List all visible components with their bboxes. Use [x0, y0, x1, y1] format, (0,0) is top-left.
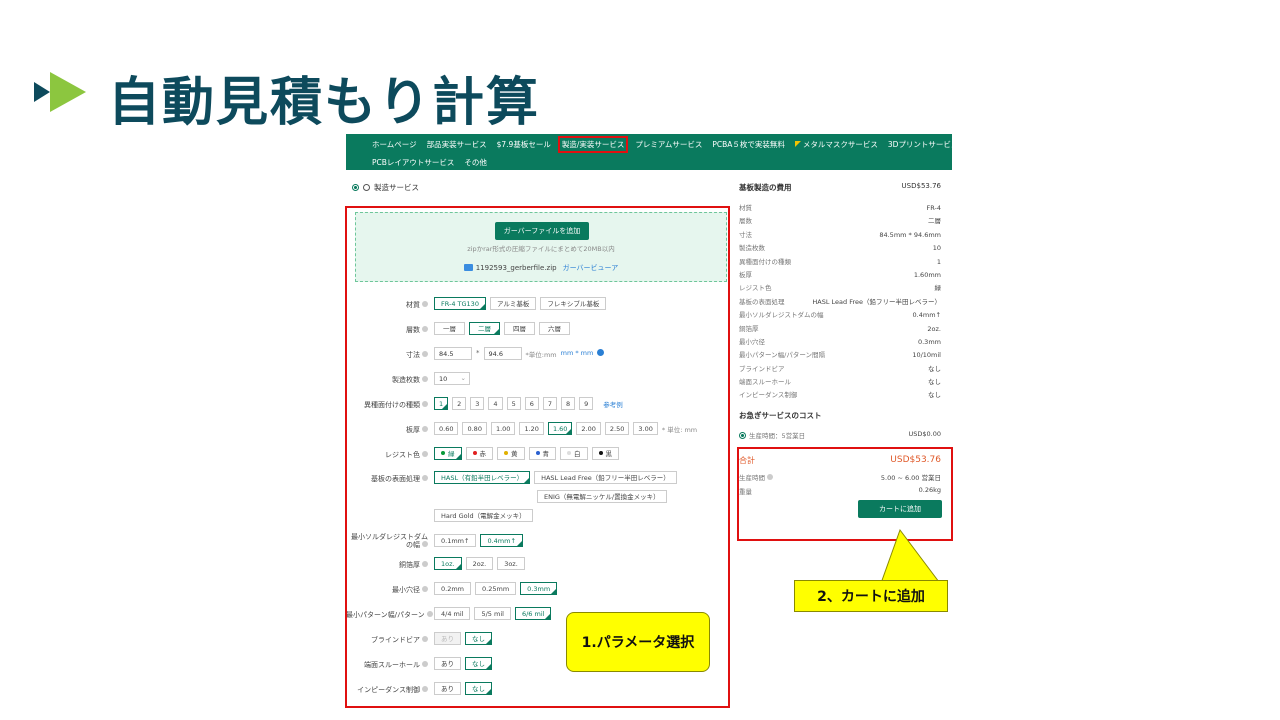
nav-other[interactable]: その他 — [464, 157, 487, 168]
summary-row-value: 84.5mm * 94.6mm — [879, 230, 941, 239]
summary-row-label: ブラインドビア — [739, 364, 785, 373]
summary-row-value: 1.60mm — [913, 270, 941, 279]
summary-row: 銅箔厚 2oz. — [739, 323, 941, 336]
summary-row-label: 端面スルーホール — [739, 378, 791, 387]
radio-selected-icon[interactable] — [739, 432, 746, 439]
summary-row-value: 0.3mm — [917, 337, 941, 346]
nav-home[interactable]: ホームページ — [372, 139, 417, 150]
summary-row-value: 10/10mil — [912, 351, 941, 360]
summary-row: 寸法 84.5mm * 94.6mm — [739, 229, 941, 242]
summary-row: インピーダンス制御 なし — [739, 389, 941, 402]
urgent-label: 生産時間：5営業日 — [749, 432, 806, 440]
summary-row-label: 寸法 — [739, 230, 752, 239]
price-summary-rows: 材質 FR-4 層数 二層寸法 84.5mm * 94.6mm 製造枚数 10 異種面付けの種… — [739, 202, 941, 403]
urgent-service-title: お急ぎサービスのコスト — [739, 411, 822, 420]
nav-row-2: PCBレイアウトサービス その他 — [372, 157, 487, 168]
summary-row-value: HASL Lead Free（鉛フリー半田レベラー） — [812, 297, 941, 306]
summary-row: 端面スルーホール なし — [739, 376, 941, 389]
summary-row: 最小穴径 0.3mm — [739, 336, 941, 349]
summary-row: 材質 FR-4 — [739, 202, 941, 215]
summary-row-label: レジスト色 — [739, 284, 772, 293]
radio-icon[interactable] — [363, 184, 370, 191]
price-summary-header: 基板製造の費用 USD$53.76 — [739, 182, 941, 193]
summary-row-label: 最小パターン幅/パターン間隔 — [739, 351, 826, 360]
cart-highlight-box — [737, 447, 953, 541]
summary-row: ブラインドビア なし — [739, 363, 941, 376]
summary-row: 最小ソルダレジストダムの幅 0.4mm↑ — [739, 309, 941, 322]
callout-cart: 2、カートに追加 — [794, 580, 948, 612]
summary-row-value: 0.4mm↑ — [912, 311, 941, 320]
summary-row: 最小パターン幅/パターン間隔 10/10mil — [739, 349, 941, 362]
summary-row-value: 二層 — [928, 217, 941, 226]
nav-3dprint[interactable]: 3Dプリントサービス — [888, 139, 952, 150]
summary-row-label: 最小穴径 — [739, 337, 765, 346]
summary-row-label: 異種面付けの種類 — [739, 257, 791, 266]
urgent-amount: USD$0.00 — [908, 430, 942, 438]
summary-row-label: 基板の表面処理 — [739, 297, 785, 306]
summary-row-label: 製造枚数 — [739, 244, 765, 253]
slide-title: 自動見積もり計算 — [108, 73, 541, 133]
summary-row: 製造枚数 10 — [739, 242, 941, 255]
summary-row-value: 2oz. — [927, 324, 941, 333]
title-arrow-icon — [34, 72, 86, 112]
nav-row-1: ホームページ 部品実装サービス $7.9基板セール 製造/実装サービス プレミア… — [372, 136, 952, 153]
callout-pointer-icon — [879, 528, 943, 587]
summary-row: レジスト色 緑 — [739, 282, 941, 295]
nav-manufacturing[interactable]: 製造/実装サービス — [557, 136, 629, 153]
nav-stencil-label: メタルマスクサービス — [802, 140, 878, 149]
summary-row-label: 層数 — [739, 217, 752, 226]
price-summary-title: 基板製造の費用 — [739, 183, 792, 192]
callout-params: 1.パラメータ選択 — [566, 612, 710, 672]
summary-row-label: インピーダンス制御 — [739, 391, 798, 400]
summary-row-label: 最小ソルダレジストダムの幅 — [739, 311, 824, 320]
summary-row-label: 材質 — [739, 204, 752, 212]
summary-row-value: 1 — [936, 257, 941, 266]
summary-row-label: 銅箔厚 — [739, 324, 759, 333]
nav-layout[interactable]: PCBレイアウトサービス — [372, 157, 454, 168]
slide: 自動見積もり計算 ホームページ 部品実装サービス $7.9基板セール 製造/実装… — [0, 0, 1280, 720]
summary-row-value: 緑 — [934, 284, 942, 293]
summary-row: 層数 二層 — [739, 215, 941, 228]
summary-row-label: 板厚 — [739, 270, 752, 279]
nav-pcba-free[interactable]: PCBA５枚で実装無料 — [712, 139, 785, 150]
service-label: 製造サービス — [374, 183, 419, 192]
nav-premium[interactable]: プレミアムサービス — [635, 139, 702, 150]
summary-row-value: FR-4 — [926, 204, 941, 212]
summary-row-value: 10 — [932, 244, 941, 253]
urgent-service-row: 生産時間：5営業日 USD$0.00 — [739, 430, 941, 440]
top-nav: ホームページ 部品実装サービス $7.9基板セール 製造/実装サービス プレミア… — [346, 134, 952, 170]
nav-stencil[interactable]: メタルマスクサービス — [794, 139, 878, 150]
summary-row: 基板の表面処理 HASL Lead Free（鉛フリー半田レベラー） — [739, 296, 941, 309]
summary-row: 異種面付けの種類 1 — [739, 256, 941, 269]
summary-row: 板厚 1.60mm — [739, 269, 941, 282]
summary-row-value: なし — [928, 364, 941, 373]
summary-row-value: なし — [928, 378, 941, 387]
price-summary-amount: USD$53.76 — [901, 182, 941, 190]
nav-sale[interactable]: $7.9基板セール — [497, 139, 551, 150]
new-badge-icon — [794, 141, 801, 147]
radio-selected-icon[interactable] — [352, 184, 359, 191]
summary-row-value: なし — [928, 391, 941, 400]
nav-assembly[interactable]: 部品実装サービス — [427, 139, 487, 150]
service-selector[interactable]: 製造サービス — [352, 182, 419, 193]
urgent-option[interactable]: 生産時間：5営業日 — [739, 430, 805, 440]
